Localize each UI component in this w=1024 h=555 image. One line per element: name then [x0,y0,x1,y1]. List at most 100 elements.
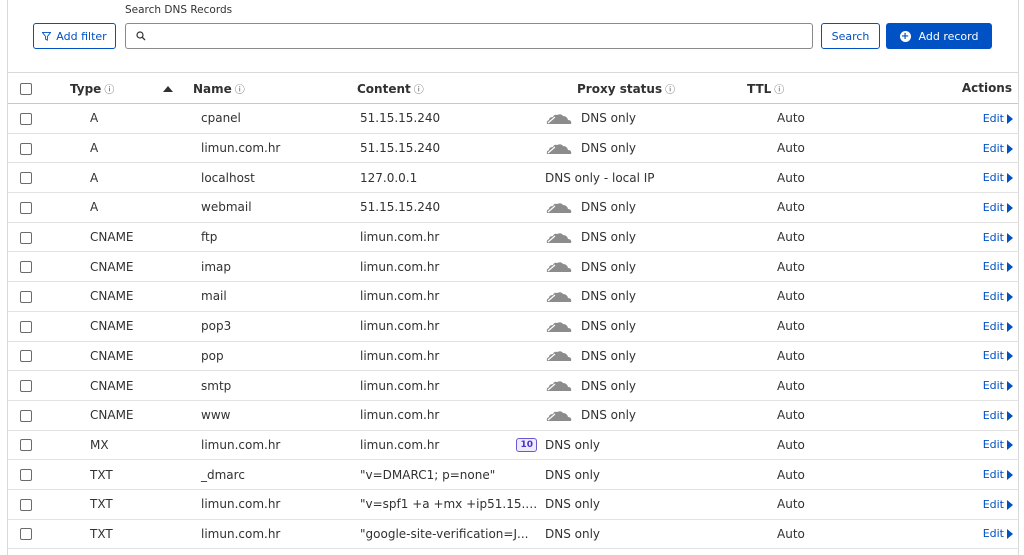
row-checkbox[interactable] [20,528,32,541]
record-content-value: limun.com.hr [360,408,440,423]
cloud-icon [545,113,573,125]
proxy-status-label: DNS only [581,408,637,423]
edit-link[interactable]: Edit [923,371,1018,401]
column-content[interactable]: Content ⓘ [357,73,542,104]
info-icon[interactable]: ⓘ [104,85,114,96]
row-checkbox[interactable] [20,380,32,393]
record-content: "v=DMARC1; p=none" [357,460,542,490]
edit-link[interactable]: Edit [923,400,1018,430]
table-row[interactable]: CNAME imap limun.com.hr DNS only Auto Edit [8,252,1018,282]
edit-link[interactable]: Edit [923,430,1018,460]
table-row[interactable]: CNAME smtp limun.com.hr DNS only Auto Edit [8,371,1018,401]
row-checkbox[interactable] [20,172,32,185]
column-type[interactable]: Type ⓘ [70,73,193,104]
add-record-label: Add record [918,29,979,43]
table-row[interactable]: CNAME pop3 limun.com.hr DNS only Auto Edit [8,311,1018,341]
table-row[interactable]: CNAME ftp limun.com.hr DNS only Auto Edit [8,222,1018,252]
row-checkbox[interactable] [20,439,32,452]
record-ttl: Auto [777,378,805,393]
edit-label: Edit [982,200,1004,214]
row-checkbox[interactable] [20,112,32,125]
edit-link[interactable]: Edit [923,489,1018,519]
column-name-label: Name [193,81,232,96]
row-checkbox[interactable] [20,498,32,511]
edit-link[interactable]: Edit [923,133,1018,163]
row-checkbox[interactable] [20,409,32,422]
edit-label: Edit [982,289,1004,303]
cloud-icon [545,202,573,214]
row-checkbox[interactable] [20,201,32,214]
column-ttl-label: TTL [747,81,772,96]
table-row[interactable]: CNAME pop limun.com.hr DNS only Auto Edit [8,341,1018,371]
edit-link[interactable]: Edit [923,104,1018,134]
record-type: CNAME [90,230,134,245]
info-icon[interactable]: ⓘ [235,85,245,96]
edit-label: Edit [982,497,1004,511]
edit-link[interactable]: Edit [923,460,1018,490]
proxy-status-label: DNS only [581,141,637,156]
edit-link[interactable]: Edit [923,519,1018,549]
table-row[interactable]: Alimun.com.hr 51.15.15.240 DNS only Auto Edi… [8,133,1018,163]
table-row[interactable]: Acpanel 51.15.15.240 DNS only Auto Edit [8,104,1018,134]
cloud-icon [545,321,573,333]
proxy-status-label: DNS only [581,111,637,126]
record-type: CNAME [90,378,134,393]
column-content-label: Content [357,81,411,96]
proxy-status-label: DNS only [581,378,637,393]
record-type: CNAME [90,289,134,304]
row-checkbox[interactable] [20,290,32,303]
record-content: limun.com.hr [357,252,542,282]
edit-link[interactable]: Edit [923,163,1018,193]
edit-link[interactable]: Edit [923,282,1018,312]
proxy-status-label: DNS only [545,437,601,452]
caret-right-icon [1007,410,1013,421]
table-row[interactable]: Alocalhost 127.0.0.1 DNS only - local IP Au… [8,163,1018,193]
edit-label: Edit [982,260,1004,274]
info-icon[interactable]: ⓘ [774,85,784,96]
add-record-button[interactable]: + Add record [886,23,992,49]
info-icon[interactable]: ⓘ [414,85,424,96]
edit-link[interactable]: Edit [923,222,1018,252]
record-type: CNAME [90,408,134,423]
info-icon[interactable]: ⓘ [665,85,675,96]
table-row[interactable]: MX limun.com.hr limun.com.hr 10 DNS only Auto… [8,430,1018,460]
record-proxy-status: DNS only [542,282,747,312]
select-all-checkbox[interactable] [20,82,32,95]
row-checkbox[interactable] [20,261,32,274]
record-proxy-status: DNS only - local IP [542,163,747,193]
search-button[interactable]: Search [821,23,880,49]
table-row[interactable]: CNAME mail limun.com.hr DNS only Auto Edit [8,282,1018,312]
row-checkbox[interactable] [20,320,32,333]
record-name: www [201,408,231,423]
record-ttl: Auto [777,437,805,452]
record-content: limun.com.hr 10 [357,430,542,460]
sort-ascending-icon[interactable] [162,86,173,92]
row-checkbox[interactable] [20,350,32,363]
table-row[interactable]: TXT limun.com.hr "google-site-verification… [8,519,1018,549]
record-content-value: 51.15.15.240 [360,141,441,156]
table-row[interactable]: TXT limun.com.hr "v=spf1 +a +mx +ip51.15.1… [8,489,1018,520]
record-content: limun.com.hr [357,341,542,371]
edit-link[interactable]: Edit [923,341,1018,371]
dns-records-table: Type ⓘ Name ⓘ Content ⓘ Proxy status ⓘ TTL ⓘ … [8,72,1018,549]
record-proxy-status: DNS only [542,519,747,549]
table-row[interactable]: Awebmail 51.15.15.240 DNS only Auto Edit [8,193,1018,223]
row-checkbox[interactable] [20,469,32,482]
record-proxy-status: DNS only [542,311,747,341]
add-filter-button[interactable]: Add filter [33,23,116,49]
row-checkbox[interactable] [20,231,32,244]
record-content-value: limun.com.hr [360,289,440,304]
plus-circle-icon: + [899,30,911,42]
table-row[interactable]: TXT _dmarc "v=DMARC1; p=none" DNS only Auto E… [8,460,1018,490]
column-proxy-status[interactable]: Proxy status ⓘ [542,73,747,104]
column-ttl[interactable]: TTL ⓘ [747,73,923,104]
edit-link[interactable]: Edit [923,311,1018,341]
record-content: limun.com.hr [357,371,542,401]
edit-link[interactable]: Edit [923,193,1018,223]
row-checkbox[interactable] [20,142,32,155]
column-name[interactable]: Name ⓘ [193,73,357,104]
search-input[interactable] [152,25,812,47]
table-row[interactable]: CNAME www limun.com.hr DNS only Auto Edit [8,400,1018,431]
record-proxy-status: DNS only [542,371,747,401]
edit-link[interactable]: Edit [923,252,1018,282]
